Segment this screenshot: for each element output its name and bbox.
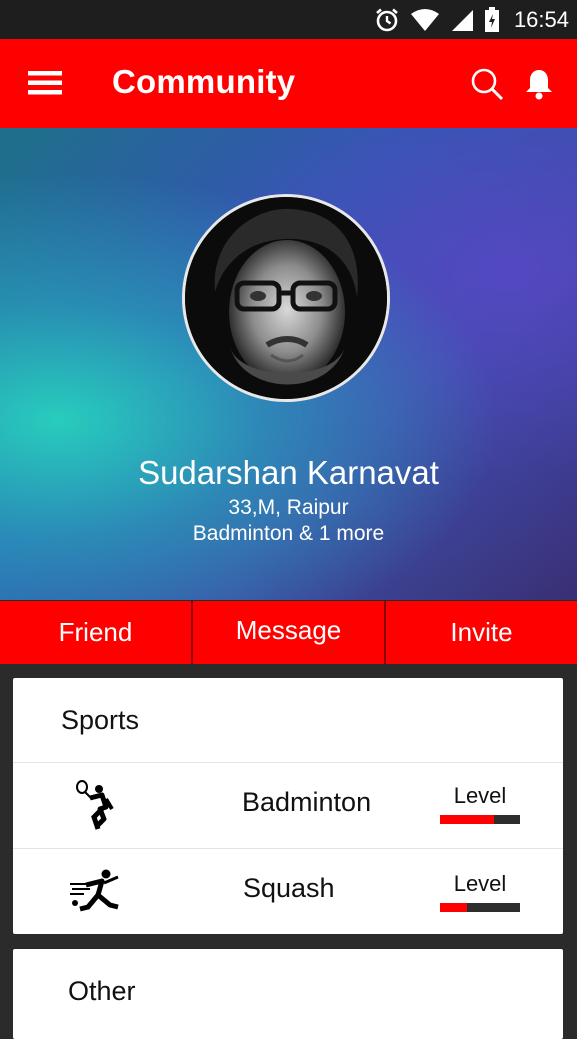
status-time: 16:54 [513,7,569,32]
search-icon[interactable] [470,67,504,101]
sport-row-badminton[interactable]: Badminton Level [13,763,563,849]
profile-name: Sudarshan Karnavat [138,454,439,491]
status-icons: 16:54 [374,6,569,34]
sports-card: Sports Badminton Level Squash Level [13,678,563,934]
badminton-player-icon [76,780,114,830]
avatar[interactable] [182,194,390,402]
message-button[interactable]: Message [193,601,384,664]
level-label: Level [453,783,507,808]
bell-icon[interactable] [524,67,554,101]
sport-row-squash[interactable]: Squash Level [13,849,563,935]
level-bar [440,815,520,824]
avatar-photo [185,197,387,399]
profile-sports-summary: Badminton & 1 more [192,522,385,545]
squash-player-icon [70,869,119,912]
profile-actions: Friend Message Invite [0,601,577,664]
level-fill [440,815,494,824]
sport-name: Squash [243,873,335,903]
alarm-icon [376,8,398,32]
level-indicator: Level [440,783,520,824]
other-card-title: Other [68,976,136,1006]
battery-icon [484,7,499,32]
profile-details: 33,M, Raipur [228,496,349,519]
app-bar: Community [0,39,577,128]
sports-card-title: Sports [13,678,563,763]
status-bar: 16:54 [0,0,577,39]
page-title: Community [112,63,296,100]
wifi-icon [410,9,439,31]
sport-name: Badminton [242,787,372,817]
level-label: Level [453,871,507,896]
profile-header: Sudarshan Karnavat 33,M, Raipur Badminto… [0,128,577,600]
other-card: Other [13,949,563,1039]
level-indicator: Level [440,871,520,912]
invite-button[interactable]: Invite [386,601,577,664]
level-fill [440,903,468,912]
menu-icon[interactable] [28,69,62,97]
signal-icon [451,10,473,31]
level-bar [440,903,520,912]
friend-button[interactable]: Friend [0,601,191,664]
